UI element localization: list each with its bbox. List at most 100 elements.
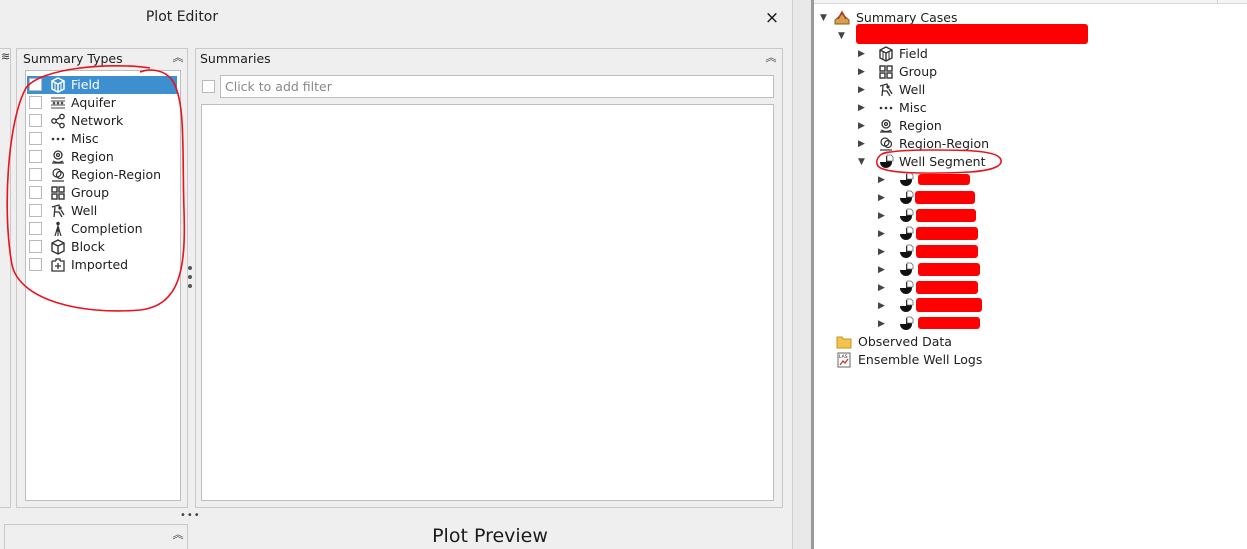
- summary-type-row-region-region[interactable]: Region-Region: [27, 166, 177, 184]
- group-icon: [879, 65, 893, 79]
- dialog-title: Plot Editor: [145, 9, 219, 25]
- summary-type-row-field[interactable]: Field: [27, 76, 177, 94]
- redacted-segment-name: [916, 245, 978, 258]
- checkbox[interactable]: [29, 150, 42, 163]
- tree-node-label: Field: [899, 46, 928, 61]
- well-icon: [51, 204, 65, 218]
- tree-node-label: Region-Region: [899, 136, 990, 151]
- region-icon: [880, 119, 892, 133]
- expand-arrow-icon[interactable]: ▼: [820, 12, 830, 24]
- expand-arrow-icon[interactable]: ▶: [858, 84, 868, 96]
- redacted-segment-name: [916, 227, 978, 240]
- summary-type-row-group[interactable]: Group: [27, 184, 177, 202]
- summary-type-label: Imported: [71, 257, 129, 272]
- checkbox[interactable]: [29, 186, 42, 199]
- misc-icon: [879, 106, 893, 110]
- tree-node-label: Well Segment: [899, 154, 986, 169]
- vertical-splitter-handle[interactable]: [187, 264, 193, 290]
- tree-top-divider: [1217, 0, 1247, 4]
- expand-arrow-icon[interactable]: ▶: [858, 138, 868, 150]
- expand-arrow-icon[interactable]: ▶: [878, 192, 888, 204]
- redacted-segment-name: [915, 191, 975, 204]
- summary-type-row-aquifer[interactable]: Aquifer: [27, 94, 177, 112]
- summary-type-row-misc[interactable]: Misc: [27, 130, 177, 148]
- summary-type-label: Completion: [71, 221, 143, 236]
- left-panel-collapse-glyph[interactable]: ≋: [1, 50, 10, 63]
- expand-arrow-icon[interactable]: ▶: [858, 120, 868, 132]
- segment-icon: [900, 208, 914, 222]
- checkbox[interactable]: [29, 132, 42, 145]
- region-icon: [52, 150, 64, 164]
- well-icon: [879, 83, 893, 97]
- summary-type-label: Region: [71, 149, 114, 164]
- checkbox[interactable]: [29, 204, 42, 217]
- summary-types-header: Summary Types: [23, 51, 123, 66]
- expand-arrow-icon[interactable]: ▶: [878, 264, 888, 276]
- expand-arrow-icon[interactable]: ▶: [878, 246, 888, 258]
- summary-type-row-network[interactable]: Network: [27, 112, 177, 130]
- expand-arrow-icon[interactable]: ▶: [878, 318, 888, 330]
- segment-icon: [900, 244, 914, 258]
- summary-type-label: Well: [71, 203, 98, 218]
- folder-icon: [836, 336, 852, 349]
- segment-icon: [900, 172, 914, 186]
- misc-icon: [51, 137, 65, 141]
- tree-node-label: Observed Data: [858, 334, 952, 349]
- redacted-segment-name: [918, 263, 980, 276]
- checkbox[interactable]: [29, 168, 42, 181]
- summary-type-row-block[interactable]: Block: [27, 238, 177, 256]
- checkbox[interactable]: [29, 114, 42, 127]
- segment-icon: [900, 280, 914, 294]
- summary-type-row-imported[interactable]: Imported: [27, 256, 177, 274]
- dialog-scrollbar[interactable]: [792, 0, 811, 549]
- expand-arrow-icon[interactable]: ▶: [858, 48, 868, 60]
- summary-type-row-well[interactable]: Well: [27, 202, 177, 220]
- expand-arrow-icon[interactable]: ▶: [858, 66, 868, 78]
- completion-icon: [54, 221, 62, 237]
- redacted-segment-name: [916, 281, 978, 294]
- summary-type-label: Field: [71, 77, 100, 92]
- tree-node-label: Group: [899, 64, 938, 79]
- redacted-segment-name: [918, 317, 980, 329]
- redacted-segment-name: [916, 209, 976, 222]
- checkbox[interactable]: [29, 258, 42, 271]
- summaries-filter-input[interactable]: [220, 75, 774, 98]
- summary-type-row-completion[interactable]: Completion: [27, 220, 177, 238]
- expand-arrow-icon[interactable]: ▼: [838, 30, 848, 42]
- horizontal-splitter-handle[interactable]: •••: [180, 511, 202, 521]
- segment-icon: [900, 298, 914, 312]
- tree-node-label: Region: [899, 118, 942, 133]
- well-segment-icon: [880, 154, 894, 168]
- tree-node-label: Misc: [899, 100, 927, 115]
- summary-type-label: Block: [71, 239, 105, 254]
- tree-node-label: Well: [899, 82, 926, 97]
- collapse-summaries-icon[interactable]: ︽: [764, 51, 778, 65]
- checkbox[interactable]: [29, 240, 42, 253]
- summary-type-label: Region-Region: [71, 167, 162, 182]
- aquifer-icon: [51, 97, 65, 109]
- expand-arrow-icon[interactable]: ▶: [878, 282, 888, 294]
- svg-text:LAS: LAS: [839, 354, 848, 360]
- region-region-icon: [52, 168, 65, 182]
- summary-types-rows: Field Aquifer Network Misc Region Region…: [25, 71, 181, 291]
- checkbox[interactable]: [29, 222, 42, 235]
- field-icon: [51, 77, 65, 93]
- checkbox[interactable]: [29, 96, 42, 109]
- summaries-list[interactable]: [201, 104, 774, 501]
- expand-arrow-icon[interactable]: ▶: [878, 228, 888, 240]
- checkbox[interactable]: [29, 78, 42, 91]
- expand-arrow-icon[interactable]: ▼: [858, 156, 868, 168]
- collapse-bottom-panel-icon[interactable]: ︽: [171, 528, 185, 542]
- filter-checkbox[interactable]: [202, 80, 215, 93]
- expand-arrow-icon[interactable]: ▶: [858, 102, 868, 114]
- close-button[interactable]: ×: [760, 7, 784, 29]
- summary-type-row-region[interactable]: Region: [27, 148, 177, 166]
- left-collapsed-panel: [0, 48, 11, 508]
- bottom-left-panel: [4, 524, 188, 549]
- expand-arrow-icon[interactable]: ▶: [878, 300, 888, 312]
- segment-icon: [900, 226, 914, 240]
- expand-arrow-icon[interactable]: ▶: [878, 210, 888, 222]
- expand-arrow-icon[interactable]: ▶: [878, 174, 888, 186]
- collapse-summary-types-icon[interactable]: ︽: [171, 51, 185, 65]
- summaries-header: Summaries: [200, 51, 271, 66]
